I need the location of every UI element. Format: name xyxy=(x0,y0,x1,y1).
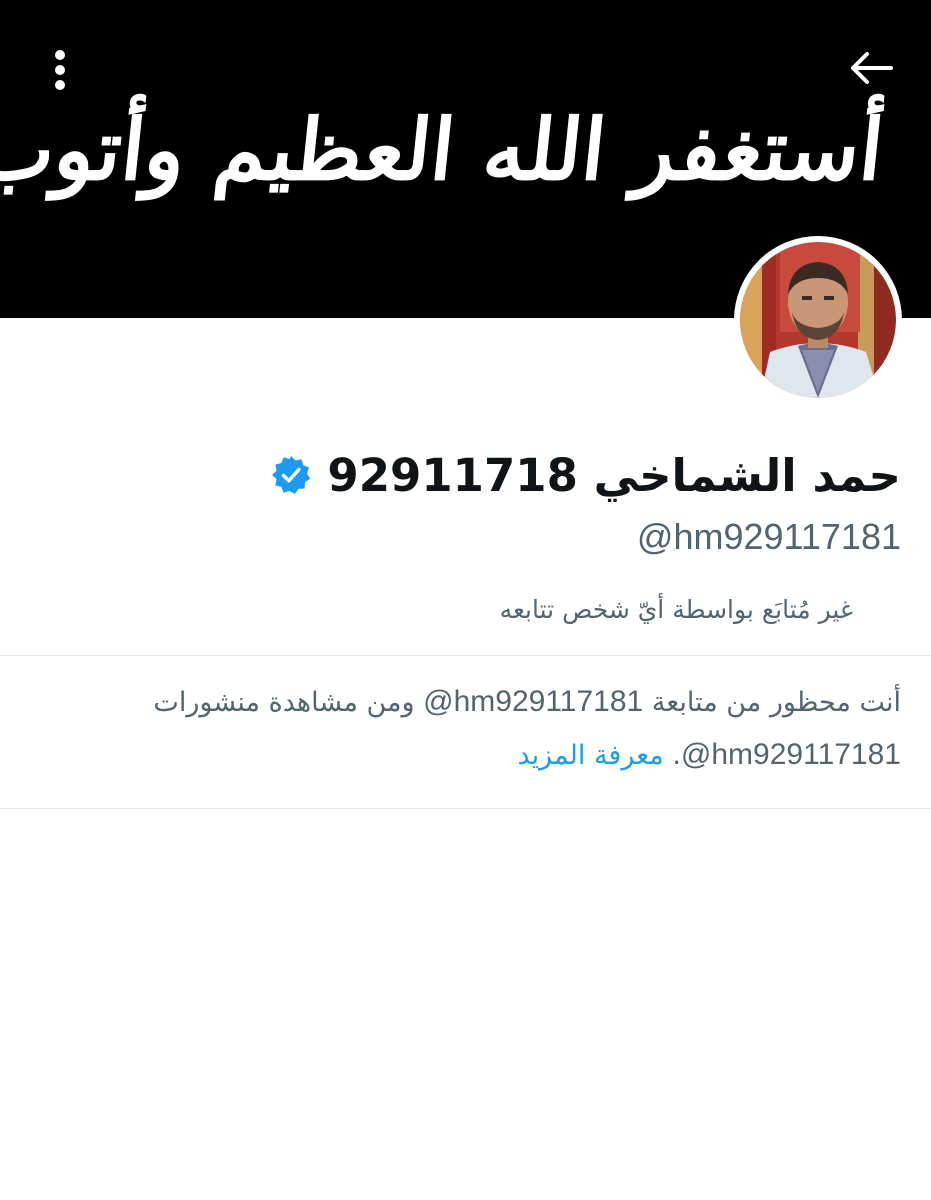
verified-badge-icon[interactable] xyxy=(269,453,313,497)
section-divider-top xyxy=(0,655,931,656)
more-vertical-icon xyxy=(53,48,67,96)
blocked-notice: أنت محظور من متابعة @hm929117181 ومن مشا… xyxy=(121,676,901,782)
arrow-left-icon xyxy=(849,52,893,88)
blocked-notice-prefix: أنت محظور من متابعة xyxy=(643,687,901,718)
blocked-notice-suffix: ومن مشاهدة منشورات xyxy=(153,687,424,718)
back-button[interactable] xyxy=(847,46,895,94)
profile-avatar[interactable] xyxy=(734,236,902,404)
blocked-notice-handle: @hm929117181 xyxy=(423,685,644,718)
profile-name-row: حمد الشماخي 92911718 xyxy=(269,440,901,510)
profile-handle: @hm929117181 xyxy=(636,516,901,557)
avatar-photo xyxy=(740,242,896,398)
learn-more-link[interactable]: معرفة المزيد xyxy=(517,740,663,771)
section-divider-bottom xyxy=(0,808,931,809)
followed-by-text: غير مُتابَع بواسطة أيّ شخص تتابعه xyxy=(499,595,853,624)
blocked-notice-period: . xyxy=(672,740,681,771)
display-name: حمد الشماخي 92911718 xyxy=(327,448,901,502)
more-options-button[interactable] xyxy=(36,46,84,98)
blocked-notice-handle-2: @hm929117181 xyxy=(680,738,901,771)
profile-page: أستغفر الله العظيم وأتوب إليه xyxy=(0,0,931,1200)
